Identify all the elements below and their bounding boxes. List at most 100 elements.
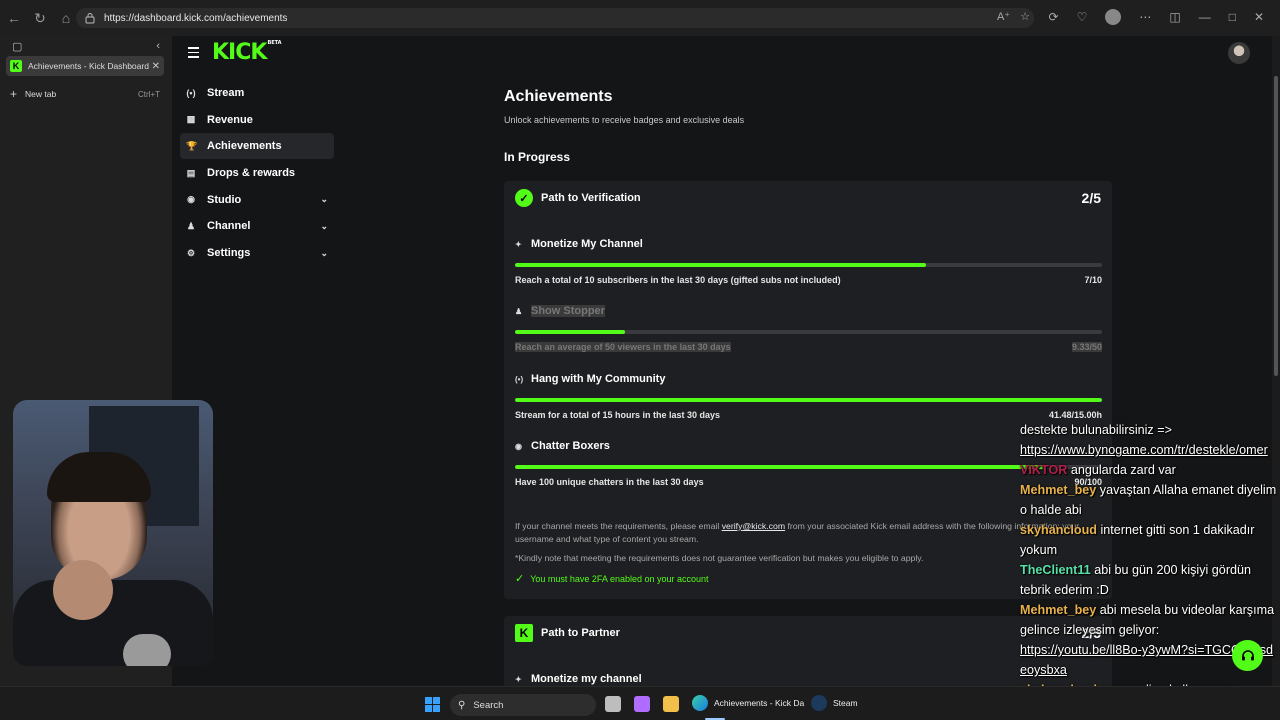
achievement-item: (•) Hang with My Community Stream for a t… bbox=[515, 372, 1102, 420]
chevron-down-icon[interactable]: ⌄ bbox=[320, 221, 328, 232]
chevron-down-icon[interactable]: ⌄ bbox=[320, 194, 328, 205]
sidebar-item-settings[interactable]: ⚙ Settings ⌄ bbox=[180, 240, 334, 266]
progress-fill bbox=[515, 263, 926, 267]
close-tab-icon[interactable]: ✕ bbox=[152, 61, 160, 72]
achievement-title: Monetize my channel bbox=[531, 673, 642, 685]
gift-icon: ▤ bbox=[186, 167, 196, 178]
verify-email-link[interactable]: verify@kick.com bbox=[722, 521, 785, 531]
new-tab-button[interactable]: + New tab Ctrl+T bbox=[6, 84, 164, 104]
progress-fill bbox=[515, 330, 625, 334]
windows-start-icon[interactable] bbox=[425, 697, 440, 712]
minimize-icon[interactable]: — bbox=[1199, 10, 1211, 24]
sidebar-nav: (•) Stream ▩ Revenue 🏆 Achievements ▤ Dr… bbox=[180, 80, 334, 267]
refresh-icon[interactable]: ↻ bbox=[28, 6, 52, 30]
new-tab-shortcut: Ctrl+T bbox=[138, 89, 160, 99]
tab-achievements[interactable]: K Achievements - Kick Dashboard ✕ bbox=[6, 56, 164, 76]
sidebar-item-stream[interactable]: (•) Stream bbox=[180, 80, 334, 106]
channel-icon: ♟ bbox=[186, 220, 196, 231]
sidebar-item-channel[interactable]: ♟ Channel ⌄ bbox=[180, 213, 334, 239]
verified-badge-icon: ✓ bbox=[515, 189, 533, 207]
app-label: Achievements - Kick Da bbox=[714, 698, 805, 708]
taskbar-app-edge[interactable]: Achievements - Kick Da bbox=[692, 695, 804, 711]
copilot-icon[interactable] bbox=[634, 696, 650, 712]
achievement-title: Hang with My Community bbox=[531, 373, 666, 385]
taskbar-app-steam[interactable]: Steam bbox=[811, 695, 858, 711]
chevron-down-icon[interactable]: ⌄ bbox=[320, 248, 328, 259]
sidebar-item-label: Studio bbox=[207, 193, 242, 206]
progress-fill bbox=[515, 465, 1044, 469]
tab-title: Achievements - Kick Dashboard bbox=[28, 61, 149, 71]
chat-text: destekte bulunabilirsiniz => bbox=[1020, 423, 1172, 437]
twofa-text: You must have 2FA enabled on your accoun… bbox=[530, 573, 709, 584]
close-window-icon[interactable]: ✕ bbox=[1254, 10, 1264, 24]
gear-icon: ⚙ bbox=[186, 247, 196, 258]
trophy-icon: 🏆 bbox=[186, 140, 198, 151]
chat-message: skyhancloud internet gitti son 1 dakikad… bbox=[1020, 520, 1280, 560]
collapse-panel-icon[interactable]: ‹ bbox=[156, 40, 160, 52]
favorite-star-icon[interactable]: ☆ bbox=[1020, 10, 1030, 23]
chat-username: Mehmet_bey bbox=[1020, 603, 1100, 617]
task-view-icon[interactable] bbox=[605, 696, 621, 712]
back-icon[interactable]: ← bbox=[2, 6, 26, 30]
partner-header[interactable]: K Path to Partner 2/5 bbox=[515, 624, 1101, 642]
progress-fill bbox=[515, 398, 1102, 402]
maximize-icon[interactable]: □ bbox=[1229, 10, 1236, 24]
note-prefix: If your channel meets the requirements, … bbox=[515, 521, 720, 531]
sidebar-item-drops-rewards[interactable]: ▤ Drops & rewards bbox=[180, 160, 334, 186]
chat-message: Mehmet_bey abi mesela bu videolar karşım… bbox=[1020, 600, 1280, 640]
chat-message: TheClient11 abi bu gün 200 kişiyi gördün… bbox=[1020, 560, 1280, 600]
sparkle-icon: ✦ bbox=[515, 239, 522, 249]
steam-icon bbox=[811, 695, 827, 711]
new-tab-label: New tab bbox=[25, 89, 57, 99]
card-title: Path to Partner bbox=[541, 627, 620, 639]
users-icon: ♟ bbox=[515, 306, 523, 316]
stream-chat-overlay: destekte bulunabilirsiniz => https://www.… bbox=[1020, 420, 1280, 720]
chat-link[interactable]: https://www.bynogame.com/tr/destekle/ome… bbox=[1020, 443, 1268, 457]
search-label: Search bbox=[473, 699, 504, 711]
extensions-icon[interactable]: ⟳ bbox=[1049, 10, 1059, 24]
chat-bubble-icon: ◉ bbox=[515, 441, 522, 451]
home-icon[interactable]: ⌂ bbox=[54, 6, 78, 30]
chat-message: https://www.bynogame.com/tr/destekle/ome… bbox=[1020, 440, 1280, 460]
chat-username: Mehmet_bey bbox=[1020, 483, 1100, 497]
chat-message: VIKTOR angularda zard var bbox=[1020, 460, 1280, 480]
sidebar-item-studio[interactable]: ◉ Studio ⌄ bbox=[180, 187, 334, 213]
kick-logo[interactable]: KICKBETA bbox=[212, 40, 282, 65]
card-title: Path to Verification bbox=[541, 192, 641, 204]
site-info-icon[interactable] bbox=[84, 12, 96, 24]
kick-favicon-icon: K bbox=[10, 60, 22, 72]
collections-icon[interactable]: ♡ bbox=[1077, 10, 1088, 24]
taskbar-search[interactable]: ⚲ Search bbox=[450, 694, 596, 716]
studio-icon: ◉ bbox=[187, 194, 195, 205]
support-chat-button[interactable] bbox=[1232, 640, 1263, 671]
app-label: Steam bbox=[833, 698, 858, 708]
sidebar-item-label: Settings bbox=[207, 247, 251, 260]
progress-track bbox=[515, 398, 1102, 402]
menu-icon[interactable] bbox=[188, 47, 199, 61]
progress-track bbox=[515, 263, 1102, 267]
sidebar-item-label: Revenue bbox=[207, 113, 253, 126]
address-bar[interactable]: https://dashboard.kick.com/achievements bbox=[76, 8, 1034, 28]
broadcast-icon: (•) bbox=[186, 88, 196, 98]
user-avatar[interactable] bbox=[1228, 42, 1250, 64]
file-explorer-icon[interactable] bbox=[663, 696, 679, 712]
webcam-overlay bbox=[13, 400, 213, 666]
sidebar-item-achievements[interactable]: 🏆 Achievements bbox=[180, 133, 334, 160]
broadcast-icon: (•) bbox=[515, 374, 524, 384]
settings-menu-icon[interactable]: ⋯ bbox=[1139, 10, 1151, 24]
headset-icon bbox=[1241, 649, 1254, 660]
verification-header[interactable]: ✓ Path to Verification 2/5 bbox=[515, 189, 1101, 207]
sidebar-item-label: Stream bbox=[207, 87, 245, 99]
tab-actions-icon[interactable]: ▢ bbox=[12, 40, 22, 53]
scrollbar-thumb[interactable] bbox=[1274, 76, 1278, 376]
browser-toolbar: ← ↻ ⌂ https://dashboard.kick.com/achieve… bbox=[0, 0, 1280, 36]
split-screen-icon[interactable]: ◫ bbox=[1169, 10, 1180, 24]
achievement-description: Stream for a total of 15 hours in the la… bbox=[515, 410, 721, 420]
chat-username: skyhancloud bbox=[1020, 523, 1101, 537]
verification-instructions: If your channel meets the requirements, … bbox=[515, 520, 1102, 546]
sidebar-item-revenue[interactable]: ▩ Revenue bbox=[180, 107, 334, 133]
kick-k-icon: K bbox=[515, 624, 533, 642]
read-aloud-icon[interactable]: A⁺ bbox=[997, 10, 1010, 23]
achievement-value: 41.48/15.00h bbox=[1048, 410, 1102, 420]
profile-avatar[interactable] bbox=[1105, 9, 1122, 25]
